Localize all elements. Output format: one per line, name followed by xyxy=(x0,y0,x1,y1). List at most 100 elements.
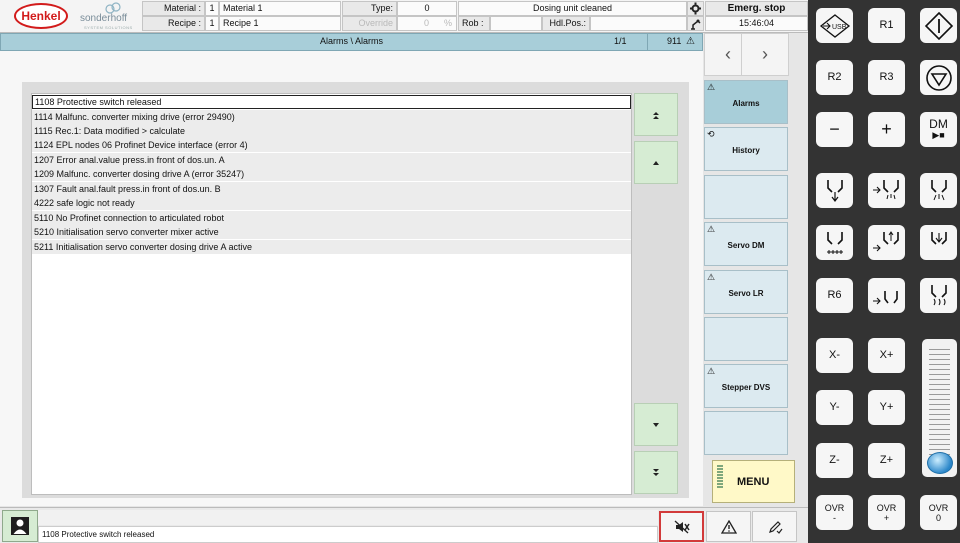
handling-position-label: Hdl.Pos.: xyxy=(542,16,590,31)
edit-check-icon xyxy=(768,520,782,534)
material-label: Material : xyxy=(142,1,205,16)
usb-icon: USB xyxy=(819,13,850,38)
nozzle-down-icon xyxy=(826,179,843,202)
sonderhoff-logo: sonderhoff SYSTEM SOLUTIONS xyxy=(78,2,138,31)
alarm-list[interactable]: 1108 Protective switch released 1114 Mal… xyxy=(31,93,632,495)
scroll-top-button[interactable] xyxy=(634,93,678,136)
override-slider[interactable] xyxy=(922,339,957,477)
scroll-bottom-button[interactable] xyxy=(634,451,678,494)
x-plus-button[interactable]: X+ xyxy=(868,338,905,373)
x-minus-button[interactable]: X- xyxy=(816,338,853,373)
next-page-button[interactable]: › xyxy=(741,33,789,76)
scroll-down-button[interactable] xyxy=(634,403,678,446)
recipe-name: Recipe 1 xyxy=(219,16,341,31)
play-stop-icon: ▶■ xyxy=(932,129,945,140)
nozzle-close-icon xyxy=(930,231,947,245)
start-button[interactable] xyxy=(920,8,957,43)
down-icon xyxy=(653,422,659,427)
alarm-row[interactable]: 5210 Initialisation servo converter mixe… xyxy=(32,225,631,239)
scroll-up-button[interactable] xyxy=(634,141,678,184)
alarm-row[interactable]: 1307 Fault anal.fault press.in front of … xyxy=(32,182,631,196)
clock: 15:46:04 xyxy=(705,16,808,31)
override-plus-button[interactable]: OVR + xyxy=(868,495,905,530)
up-icon xyxy=(653,160,659,165)
nozzle-spray-button[interactable] xyxy=(920,173,957,208)
handling-position-value xyxy=(590,16,687,31)
nozzle-in-icon xyxy=(872,230,899,251)
mute-button[interactable] xyxy=(659,511,704,542)
z-plus-button[interactable]: Z+ xyxy=(868,443,905,478)
user-button[interactable] xyxy=(2,510,38,542)
double-down-icon xyxy=(653,468,659,476)
alarm-row[interactable]: 5211 Initialisation servo converter dosi… xyxy=(32,240,631,254)
r6-button[interactable]: R6 xyxy=(816,278,853,313)
machine-status: Dosing unit cleaned xyxy=(458,1,687,16)
start-diamond-icon xyxy=(924,11,953,40)
tab-alarms[interactable]: ⚠ Alarms xyxy=(704,80,788,124)
material-name: Material 1 xyxy=(219,1,341,16)
y-plus-button[interactable]: Y+ xyxy=(868,390,905,425)
override-label: Override xyxy=(342,16,397,31)
warning-icon xyxy=(720,519,737,534)
tab-empty-3[interactable] xyxy=(704,411,788,455)
nozzle-spray-in-icon xyxy=(872,179,899,199)
dm-button[interactable]: DM ▶■ xyxy=(920,112,957,147)
alarm-row[interactable]: 1108 Protective switch released xyxy=(32,95,631,109)
override-value: 0 % xyxy=(397,16,457,31)
nozzle-measure-icon xyxy=(826,231,843,254)
stop-button[interactable] xyxy=(920,60,957,95)
warning-icon: ⚠ xyxy=(707,366,716,376)
nozzle-open-button[interactable] xyxy=(868,278,905,313)
usb-button[interactable]: USB xyxy=(816,8,853,43)
menu-button[interactable]: MENU xyxy=(712,460,795,503)
reset-button[interactable] xyxy=(752,511,797,542)
tab-history[interactable]: ⟲ History xyxy=(704,127,788,171)
recipe-label: Recipe : xyxy=(142,16,205,31)
nozzle-in-button[interactable] xyxy=(868,225,905,260)
header: Henkel sonderhoff SYSTEM SOLUTIONS Mater… xyxy=(0,0,808,33)
nozzle-spray-in-button[interactable] xyxy=(868,173,905,208)
speaker-mute-icon xyxy=(674,520,690,533)
gear-icon[interactable] xyxy=(687,1,704,16)
slider-scale xyxy=(929,349,950,461)
y-minus-button[interactable]: Y- xyxy=(816,390,853,425)
page-indicator: 1/1 xyxy=(614,36,627,46)
alarm-row[interactable]: 1207 Error anal.value press.in front of … xyxy=(32,153,631,167)
page-title-bar: Alarms \ Alarms 1/1 911 ⚠ xyxy=(0,33,703,51)
henkel-logo: Henkel xyxy=(14,3,68,29)
alarm-row[interactable]: 1114 Malfunc. converter mixing drive (er… xyxy=(32,110,631,124)
minus-button[interactable]: − xyxy=(816,112,853,147)
nozzle-heat-button[interactable] xyxy=(920,278,957,313)
tab-servo-dm[interactable]: ⚠ Servo DM xyxy=(704,222,788,266)
alarm-row[interactable]: 1115 Rec.1: Data modified > calculate xyxy=(32,124,631,138)
alarm-row[interactable]: 1124 EPL nodes 06 Profinet Device interf… xyxy=(32,138,631,152)
nozzle-spray-icon xyxy=(930,179,947,200)
type-label: Type: xyxy=(342,1,397,16)
robot-icon[interactable] xyxy=(687,16,704,31)
alarm-row[interactable]: 4222 safe logic not ready xyxy=(32,196,631,210)
r1-button[interactable]: R1 xyxy=(868,8,905,43)
material-number: 1 xyxy=(205,1,219,16)
override-zero-button[interactable]: OVR 0 xyxy=(920,495,957,530)
menu-bars-icon xyxy=(717,465,723,489)
nozzle-measure-button[interactable] xyxy=(816,225,853,260)
nozzle-heat-icon xyxy=(930,284,947,305)
tab-stepper-dvs[interactable]: ⚠ Stepper DVS xyxy=(704,364,788,408)
rob-label: Rob : xyxy=(458,16,490,31)
tab-empty-1[interactable] xyxy=(704,175,788,219)
recipe-number: 1 xyxy=(205,16,219,31)
tab-servo-lr[interactable]: ⚠ Servo LR xyxy=(704,270,788,314)
r3-button[interactable]: R3 xyxy=(868,60,905,95)
z-minus-button[interactable]: Z- xyxy=(816,443,853,478)
nozzle-purge-button[interactable] xyxy=(816,173,853,208)
alarm-row[interactable]: 5110 No Profinet connection to articulat… xyxy=(32,211,631,225)
slider-knob[interactable] xyxy=(927,452,953,474)
override-minus-button[interactable]: OVR - xyxy=(816,495,853,530)
alarm-row[interactable]: 1209 Malfunc. converter dosing drive A (… xyxy=(32,167,631,181)
nozzle-close-button[interactable] xyxy=(920,225,957,260)
acknowledge-warning-button[interactable] xyxy=(706,511,751,542)
plus-button[interactable]: + xyxy=(868,112,905,147)
r2-button[interactable]: R2 xyxy=(816,60,853,95)
tab-empty-2[interactable] xyxy=(704,317,788,361)
status-message: 1108 Protective switch released xyxy=(38,526,658,543)
